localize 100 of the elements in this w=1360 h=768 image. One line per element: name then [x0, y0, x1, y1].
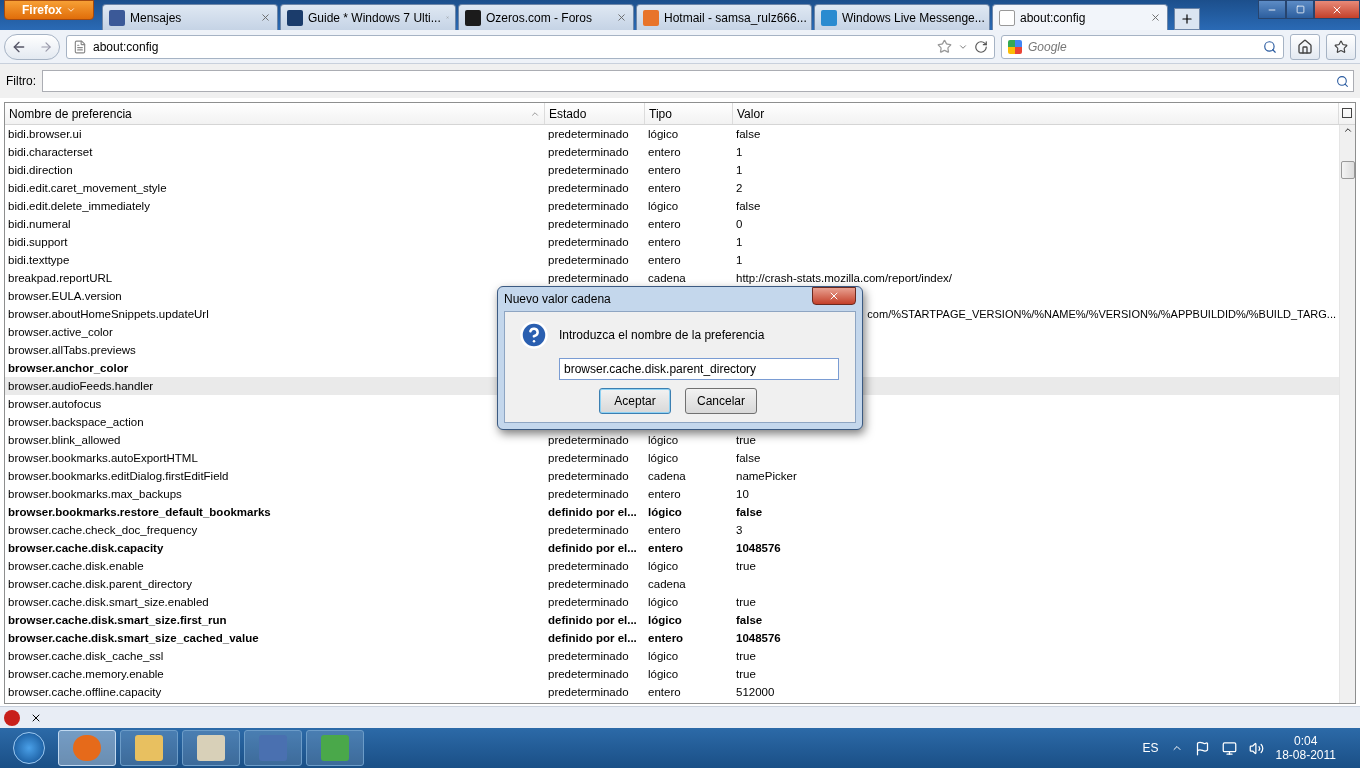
- preference-name[interactable]: browser.cache.disk_cache_ssl: [8, 647, 164, 665]
- preference-name[interactable]: browser.cache.memory.enable: [8, 665, 164, 683]
- volume-icon[interactable]: [1248, 740, 1264, 756]
- scrollbar-thumb[interactable]: [1340, 161, 1355, 179]
- search-icon[interactable]: [1263, 39, 1277, 54]
- close-button[interactable]: [812, 287, 856, 305]
- new-tab-button[interactable]: [1174, 8, 1200, 30]
- preference-name[interactable]: browser.cache.disk.enable: [8, 557, 144, 575]
- preference-name[interactable]: breakpad.reportURL: [8, 269, 113, 287]
- preference-value: 2: [736, 181, 743, 196]
- preference-name[interactable]: browser.backspace_action: [8, 413, 144, 431]
- adblock-icon[interactable]: [4, 709, 20, 726]
- dialog-button[interactable]: Cancelar: [685, 388, 757, 414]
- preference-name[interactable]: bidi.direction: [8, 161, 73, 179]
- close-window-button[interactable]: [1314, 0, 1360, 19]
- preference-name[interactable]: browser.EULA.version: [8, 287, 122, 305]
- filter-field[interactable]: [42, 70, 1354, 92]
- preference-name[interactable]: browser.anchor_color: [8, 359, 129, 377]
- scrollbar[interactable]: [1339, 125, 1355, 703]
- taskbar-app-button[interactable]: [182, 730, 240, 766]
- dialog-button[interactable]: Aceptar: [599, 388, 671, 414]
- bookmarks-button[interactable]: [1326, 33, 1356, 60]
- preference-state: predeterminado: [548, 127, 629, 142]
- preference-value: false: [736, 613, 763, 628]
- home-button[interactable]: [1290, 33, 1320, 60]
- preference-name[interactable]: browser.aboutHomeSnippets.updateUrl: [8, 305, 209, 323]
- clock[interactable]: 0:04 18-08-2011: [1275, 734, 1336, 762]
- preference-value: 1048576: [736, 631, 781, 646]
- browser-tab[interactable]: Guide * Windows 7 Ulti...: [280, 4, 456, 30]
- preference-name[interactable]: bidi.edit.caret_movement_style: [8, 179, 167, 197]
- preference-type: lógico: [648, 667, 679, 682]
- preference-name[interactable]: browser.blink_allowed: [8, 431, 121, 449]
- star-icon[interactable]: [937, 39, 952, 54]
- column-picker-icon[interactable]: [1342, 108, 1352, 118]
- browser-tab[interactable]: about:config: [992, 4, 1168, 30]
- preference-name[interactable]: bidi.texttype: [8, 251, 70, 269]
- preference-value: false: [736, 451, 761, 466]
- taskbar-app-button[interactable]: [58, 730, 116, 766]
- preference-value: 1048576: [736, 541, 781, 556]
- preference-value: true: [736, 559, 756, 574]
- address-bar[interactable]: about:config: [66, 34, 995, 59]
- browser-tab[interactable]: Hotmail - samsa_rulz666...: [636, 4, 812, 30]
- preference-state: predeterminado: [548, 433, 629, 448]
- preference-name-field[interactable]: browser.cache.disk.parent_directory: [559, 358, 839, 380]
- preference-name[interactable]: browser.allTabs.previews: [8, 341, 136, 359]
- dialog-title: Nuevo valor cadena: [504, 292, 611, 306]
- preference-value: false: [736, 127, 761, 142]
- maximize-button[interactable]: [1286, 0, 1314, 19]
- preference-name[interactable]: browser.cache.offline.capacity: [8, 683, 162, 701]
- browser-tab[interactable]: Windows Live Messenge...: [814, 4, 990, 30]
- preference-name[interactable]: browser.cache.disk.capacity: [8, 539, 164, 557]
- preference-name[interactable]: browser.cache.disk.smart_size.first_run: [8, 611, 227, 629]
- preference-state: predeterminado: [548, 235, 629, 250]
- caret-icon: [66, 5, 76, 15]
- preference-state: predeterminado: [548, 163, 629, 178]
- preference-name[interactable]: browser.audioFeeds.handler: [8, 377, 154, 395]
- language-indicator[interactable]: ES: [1142, 741, 1159, 755]
- preference-name[interactable]: browser.cache.disk.smart_size_cached_value: [8, 629, 259, 647]
- preference-name[interactable]: bidi.characterset: [8, 143, 93, 161]
- preference-name[interactable]: bidi.support: [8, 233, 68, 251]
- search-field[interactable]: Google: [1001, 34, 1284, 59]
- column-header[interactable]: Nombre de preferencia: [5, 103, 545, 124]
- favicon-icon: [643, 9, 659, 26]
- preference-state: predeterminado: [548, 145, 629, 160]
- column-header[interactable]: Valor: [733, 103, 1339, 124]
- close-icon: [828, 290, 840, 302]
- preference-name[interactable]: bidi.browser.ui: [8, 125, 82, 143]
- preference-name[interactable]: bidi.numeral: [8, 215, 71, 233]
- preference-name[interactable]: browser.bookmarks.restore_default_bookmarks: [8, 503, 271, 521]
- back-forward-button[interactable]: [4, 33, 60, 60]
- preference-name[interactable]: browser.cache.check_doc_frequency: [8, 521, 198, 539]
- preference-name[interactable]: browser.active_color: [8, 323, 113, 341]
- preference-type: entero: [648, 163, 681, 178]
- browser-tab[interactable]: Mensajes: [102, 4, 278, 30]
- taskbar-app-button[interactable]: [120, 730, 178, 766]
- home-icon: [1297, 38, 1313, 55]
- preference-name[interactable]: browser.autofocus: [8, 395, 102, 413]
- network-icon[interactable]: [1221, 740, 1237, 756]
- preference-type: entero: [648, 631, 684, 646]
- preference-name[interactable]: browser.bookmarks.editDialog.firstEditField: [8, 467, 229, 485]
- preference-state: predeterminado: [548, 577, 629, 592]
- preference-value: 3: [736, 523, 743, 538]
- app-icon: [197, 735, 225, 761]
- preference-name[interactable]: browser.cache.disk.smart_size.enabled: [8, 593, 209, 611]
- reload-icon[interactable]: [974, 39, 988, 54]
- preference-type: entero: [648, 523, 681, 538]
- search-engine-icon[interactable]: [1008, 39, 1022, 54]
- column-header[interactable]: Tipo: [645, 103, 733, 124]
- preference-state: predeterminado: [548, 685, 629, 700]
- preference-value: com/%STARTPAGE_VERSION%/%NAME%/%VERSION%/%APPBUILDID%/%BUILD_TARG...: [867, 307, 1336, 322]
- preference-value: true: [736, 667, 756, 682]
- preference-name[interactable]: browser.bookmarks.autoExportHTML: [8, 449, 198, 467]
- column-header[interactable]: Estado: [545, 103, 645, 124]
- browser-tab[interactable]: Ozeros.com - Foros: [458, 4, 634, 30]
- preference-name[interactable]: browser.bookmarks.max_backups: [8, 485, 182, 503]
- minimize-button[interactable]: [1258, 0, 1286, 19]
- scroll-up-icon[interactable]: [1342, 125, 1353, 135]
- preference-name[interactable]: bidi.edit.delete_immediately: [8, 197, 150, 215]
- flag-icon[interactable]: [1194, 740, 1210, 756]
- preference-name[interactable]: browser.cache.disk.parent_directory: [8, 575, 193, 593]
